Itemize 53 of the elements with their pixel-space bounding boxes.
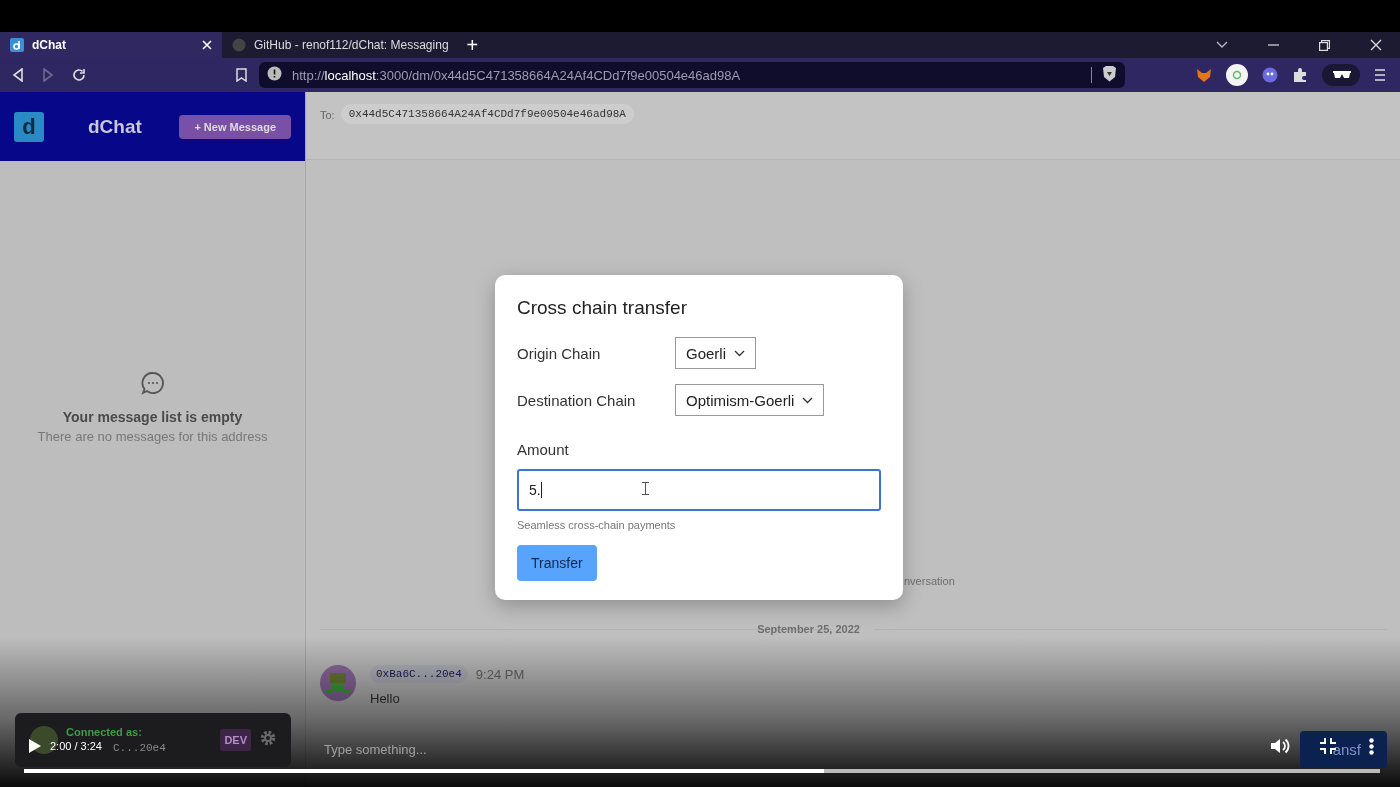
reload-icon[interactable] bbox=[72, 68, 86, 82]
app-name: dChat bbox=[88, 115, 143, 138]
message-text: Hello bbox=[370, 691, 401, 706]
to-label: To: bbox=[320, 109, 335, 121]
close-tab-icon[interactable] bbox=[202, 40, 212, 50]
volume-icon[interactable] bbox=[1270, 737, 1290, 755]
recipient-address: 0x44d5C471358664A24Af4CDd7f9e00504e46ad98A bbox=[340, 104, 634, 124]
new-tab-button[interactable]: + bbox=[458, 35, 487, 55]
connection-status: Connected as: bbox=[66, 726, 143, 738]
text-cursor-icon bbox=[642, 482, 649, 495]
date-divider: September 25, 2022 bbox=[757, 623, 860, 635]
url-text: http://localhost:3000/dm/0x44d5C471358664A24Af4CDd7f9e00504e46ad98A bbox=[292, 67, 742, 83]
chain-dropdown[interactable]: Goerli bbox=[675, 337, 756, 369]
conversation-note: nversation bbox=[904, 575, 956, 587]
user-address: C...20e4 bbox=[113, 742, 167, 754]
field-hint: Seamless cross-chain payments bbox=[517, 519, 677, 531]
bookmark-icon[interactable] bbox=[236, 68, 247, 82]
chevron-down-icon bbox=[734, 349, 745, 357]
address-bar[interactable]: http://localhost:3000/dm/0x44d5C471358664A24Af4CDd7f9e00504e46ad98A bbox=[259, 62, 1125, 88]
chain-dropdown[interactable]: Optimism-Goerli bbox=[675, 384, 825, 416]
sunglasses-icon[interactable] bbox=[1322, 64, 1360, 86]
message-time: 9:24 PM bbox=[475, 666, 525, 682]
message-input[interactable]: Type something... bbox=[320, 731, 1228, 768]
new-message-button[interactable]: + New Message bbox=[179, 114, 291, 139]
chevron-down-icon bbox=[802, 396, 814, 404]
environment-badge: DEV bbox=[220, 729, 251, 751]
transfer-button[interactable]: Transfer bbox=[517, 545, 597, 581]
forward-icon[interactable] bbox=[42, 68, 54, 82]
empty-title: Your message list is empty bbox=[62, 408, 243, 425]
restore-icon[interactable] bbox=[1319, 39, 1330, 51]
field-label: Destination Chain bbox=[517, 391, 637, 409]
dialog-title: Cross chain transfer bbox=[517, 297, 688, 319]
field-label: Amount bbox=[517, 441, 570, 458]
app-logo: d bbox=[14, 111, 44, 142]
menu-icon[interactable] bbox=[1374, 68, 1386, 82]
chevron-down-icon[interactable] bbox=[1216, 41, 1228, 49]
sender-address: 0xBa6C...20e4 bbox=[370, 665, 468, 683]
puzzle-icon[interactable] bbox=[1292, 67, 1308, 83]
more-icon[interactable] bbox=[1369, 737, 1374, 755]
round-extension-icon[interactable] bbox=[1226, 64, 1248, 86]
play-icon[interactable] bbox=[28, 738, 42, 754]
app-favicon-icon bbox=[10, 38, 24, 52]
back-icon[interactable] bbox=[12, 68, 24, 82]
amount-field[interactable]: 5. bbox=[517, 469, 881, 511]
close-icon[interactable] bbox=[1370, 39, 1382, 51]
empty-subtitle: There are no messages for this address bbox=[37, 428, 268, 444]
fox-icon[interactable] bbox=[1196, 67, 1212, 83]
send-button[interactable]: ansf bbox=[1300, 731, 1387, 768]
field-label: Origin Chain bbox=[517, 344, 602, 362]
browser-tab[interactable]: GitHub - renof112/dChat: Messaging bbox=[222, 32, 459, 58]
video-time: 2:00 / 3:24 bbox=[50, 740, 102, 752]
browser-tab[interactable]: dChat bbox=[0, 32, 222, 58]
github-icon bbox=[232, 38, 246, 52]
